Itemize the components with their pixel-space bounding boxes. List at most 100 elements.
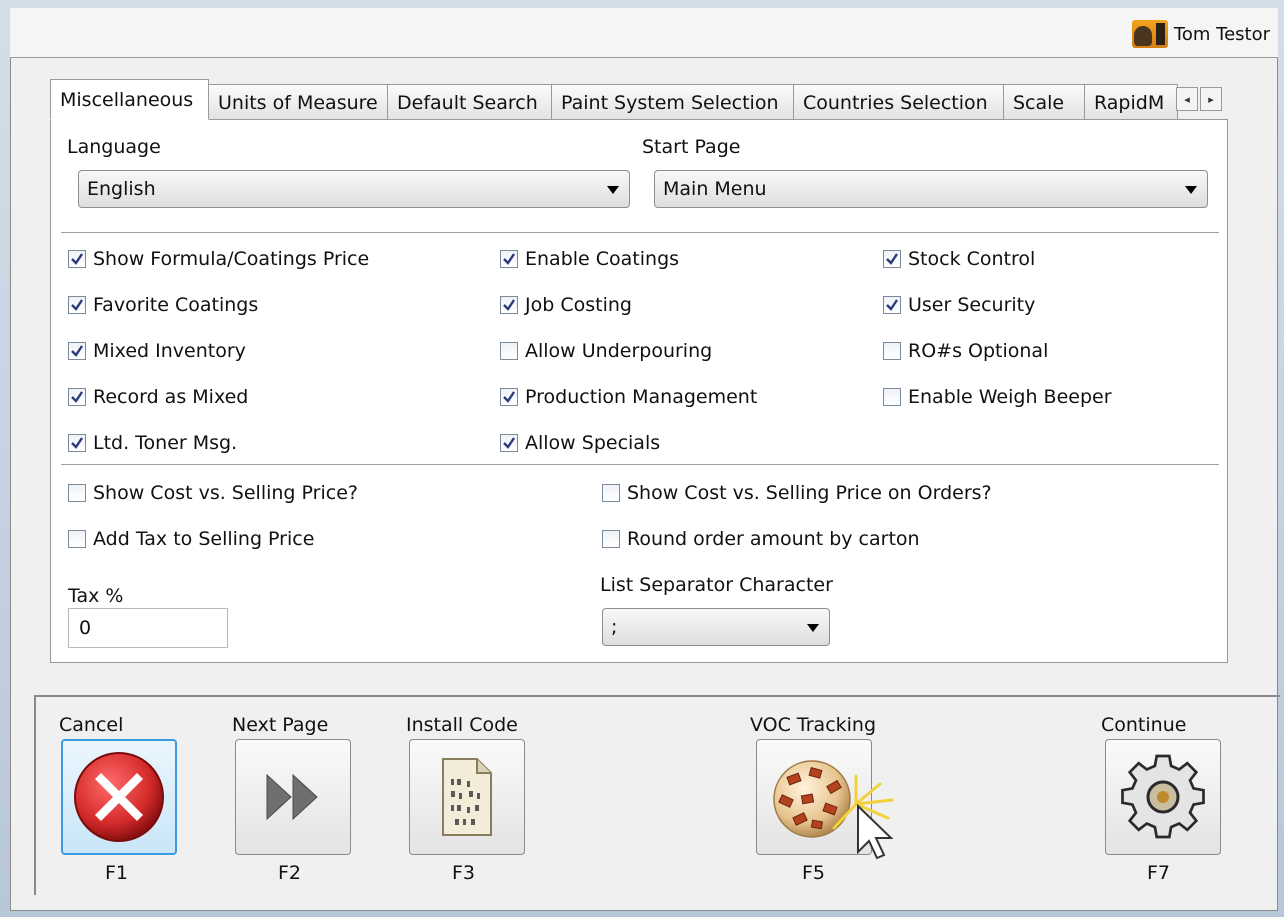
checkbox-add-tax[interactable]: Add Tax to Selling Price: [68, 528, 314, 550]
next-page-key: F2: [278, 862, 302, 884]
chevron-down-icon: [807, 624, 819, 632]
install-code-label: Install Code: [406, 714, 518, 736]
tab-miscellaneous[interactable]: Miscellaneous: [50, 79, 209, 120]
checkbox-label: Job Costing: [525, 294, 632, 316]
checkbox-box[interactable]: [68, 342, 86, 360]
miscellaneous-panel: Language English Start Page Main Menu Sh…: [50, 119, 1228, 663]
checkbox-job-costing[interactable]: Job Costing: [500, 294, 632, 316]
checkbox-box[interactable]: [68, 434, 86, 452]
function-key-bar: [34, 695, 1280, 895]
tax-label: Tax %: [68, 585, 124, 607]
tab-scale[interactable]: Scale: [1003, 84, 1085, 120]
tab-countries-selection[interactable]: Countries Selection: [793, 84, 1004, 120]
cancel-x-icon: [74, 752, 164, 842]
checkbox-label: Ltd. Toner Msg.: [93, 432, 238, 454]
user-name: Tom Testor: [1173, 23, 1270, 45]
start-page-value: Main Menu: [663, 178, 767, 200]
chevron-down-icon: [1185, 186, 1197, 194]
checkbox-box[interactable]: [68, 388, 86, 406]
language-select[interactable]: English: [78, 170, 630, 208]
checkbox-box[interactable]: [883, 250, 901, 268]
checkbox-label: Favorite Coatings: [93, 294, 259, 316]
chevron-down-icon: [607, 186, 619, 194]
checkbox-user-security[interactable]: User Security: [883, 294, 1035, 316]
checkbox-label: User Security: [908, 294, 1036, 316]
cancel-label: Cancel: [59, 714, 124, 736]
checkbox-box[interactable]: [602, 484, 620, 502]
checkbox-enable-coatings[interactable]: Enable Coatings: [500, 248, 679, 270]
checkbox-box[interactable]: [68, 250, 86, 268]
start-page-label: Start Page: [642, 136, 741, 158]
checkbox-mixed-inventory[interactable]: Mixed Inventory: [68, 340, 246, 362]
checkmark-icon: [71, 437, 83, 449]
tax-input[interactable]: 0: [68, 608, 228, 648]
checkbox-box[interactable]: [68, 484, 86, 502]
checkbox-show-formula-price[interactable]: Show Formula/Coatings Price: [68, 248, 369, 270]
checkbox-show-cost-vs-selling[interactable]: Show Cost vs. Selling Price?: [68, 482, 358, 504]
checkbox-allow-underpouring[interactable]: Allow Underpouring: [500, 340, 712, 362]
checkbox-round-order-amount[interactable]: Round order amount by carton: [602, 528, 920, 550]
checkbox-label: Round order amount by carton: [627, 528, 920, 550]
tab-units-of-measure[interactable]: Units of Measure: [208, 84, 388, 120]
checkbox-box[interactable]: [500, 250, 518, 268]
checkmark-icon: [886, 299, 898, 311]
checkbox-box[interactable]: [883, 342, 901, 360]
next-page-button[interactable]: [235, 739, 351, 855]
checkbox-label: Show Formula/Coatings Price: [93, 248, 370, 270]
install-code-button[interactable]: [409, 739, 525, 855]
checkbox-box[interactable]: [602, 530, 620, 548]
checkbox-label: Add Tax to Selling Price: [93, 528, 315, 550]
list-separator-value: ;: [611, 616, 618, 638]
checkmark-icon: [71, 299, 83, 311]
user-avatar-icon: [1131, 20, 1168, 48]
checkbox-box[interactable]: [500, 434, 518, 452]
checkbox-label: Record as Mixed: [93, 386, 249, 408]
language-value: English: [87, 178, 156, 200]
install-code-key: F3: [452, 862, 476, 884]
checkbox-ltd-toner-msg[interactable]: Ltd. Toner Msg.: [68, 432, 237, 454]
checkbox-label: Enable Coatings: [525, 248, 680, 270]
checkmark-icon: [503, 253, 515, 265]
checkmark-icon: [886, 253, 898, 265]
checkbox-box[interactable]: [883, 296, 901, 314]
install-code-icon: [442, 758, 492, 836]
next-page-icon: [266, 773, 318, 821]
checkbox-enable-weigh-beeper[interactable]: Enable Weigh Beeper: [883, 386, 1112, 408]
checkmark-icon: [71, 345, 83, 357]
checkbox-ros-optional[interactable]: RO#s Optional: [883, 340, 1048, 362]
cancel-button[interactable]: [61, 739, 177, 855]
checkbox-box[interactable]: [500, 388, 518, 406]
checkbox-favorite-coatings[interactable]: Favorite Coatings: [68, 294, 258, 316]
checkbox-box[interactable]: [883, 388, 901, 406]
divider: [61, 464, 1219, 465]
continue-label: Continue: [1101, 714, 1187, 736]
checkbox-show-cost-on-orders[interactable]: Show Cost vs. Selling Price on Orders?: [602, 482, 992, 504]
language-label: Language: [67, 136, 161, 158]
checkbox-box[interactable]: [68, 530, 86, 548]
checkbox-record-as-mixed[interactable]: Record as Mixed: [68, 386, 248, 408]
checkmark-icon: [503, 391, 515, 403]
checkbox-allow-specials[interactable]: Allow Specials: [500, 432, 660, 454]
cancel-key: F1: [105, 862, 129, 884]
checkmark-icon: [71, 253, 83, 265]
tab-paint-system-selection[interactable]: Paint System Selection: [551, 84, 794, 120]
checkbox-label: Production Management: [525, 386, 758, 408]
checkbox-box[interactable]: [68, 296, 86, 314]
continue-button[interactable]: [1105, 739, 1221, 855]
checkbox-label: Show Cost vs. Selling Price?: [93, 482, 358, 504]
tab-default-search[interactable]: Default Search: [387, 84, 552, 120]
checkbox-label: Allow Specials: [525, 432, 661, 454]
list-separator-select[interactable]: ;: [602, 608, 830, 646]
start-page-select[interactable]: Main Menu: [654, 170, 1208, 208]
checkbox-box[interactable]: [500, 342, 518, 360]
checkbox-box[interactable]: [500, 296, 518, 314]
tab-strip: Miscellaneous Units of Measure Default S…: [50, 79, 1178, 120]
tab-scroll-right-button[interactable]: ▸: [1200, 87, 1222, 111]
tax-value: 0: [79, 617, 92, 639]
divider: [61, 232, 1219, 233]
checkbox-stock-control[interactable]: Stock Control: [883, 248, 1035, 270]
checkbox-production-management[interactable]: Production Management: [500, 386, 757, 408]
tab-rapidm[interactable]: RapidM: [1084, 84, 1178, 120]
tab-scroll-left-button[interactable]: ◂: [1176, 87, 1198, 111]
tab-scroll-arrows: ◂ ▸: [1176, 87, 1222, 111]
